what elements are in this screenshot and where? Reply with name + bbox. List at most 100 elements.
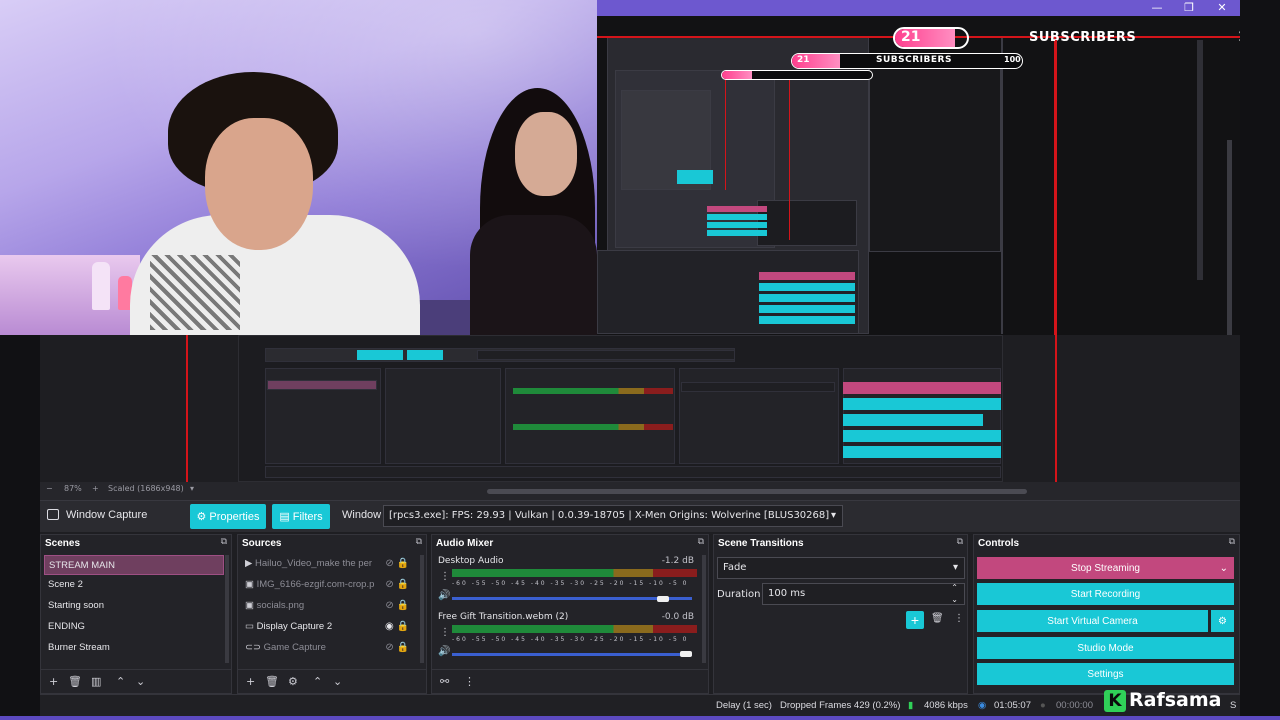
source-item[interactable]: ▭ Display Capture 2 ◉ 🔒 (241, 617, 417, 637)
scene-item[interactable]: Scene 2 (44, 575, 224, 595)
undock-icon[interactable]: ⧉ (698, 537, 704, 547)
stop-streaming-label: Stop Streaming (1071, 562, 1140, 574)
preview-scrollbar[interactable] (487, 489, 1027, 494)
add-transition-button[interactable]: + (906, 611, 924, 629)
zoom-in-button[interactable]: + (92, 484, 99, 493)
source-item[interactable]: ▶ Hailuo_Video_make the per ⊘ 🔒 (241, 554, 417, 574)
nested-subscriber-fill (722, 71, 752, 79)
start-recording-button[interactable]: Start Recording (977, 583, 1234, 605)
nested-button (707, 222, 767, 228)
sources-toolbar: + 🗑 ⚙ ⌃ ⌄ (238, 669, 426, 693)
more-icon[interactable]: ⋮ (464, 675, 475, 688)
stop-streaming-button[interactable]: Stop Streaming ⌄ (977, 557, 1234, 579)
gutter-right (1240, 0, 1280, 716)
transition-select[interactable]: Fade ▾ (717, 557, 965, 579)
chevron-up-icon[interactable]: ⌃ (116, 675, 125, 688)
link-icon[interactable]: ⚯ (440, 675, 449, 688)
safe-area-guide (725, 70, 726, 190)
rec-icon: ● (1040, 700, 1046, 711)
speaker-icon[interactable]: 🔊 (438, 590, 450, 601)
source-item[interactable]: ⊂⊃ Game Capture ⊘ 🔒 (241, 638, 417, 658)
trash-icon[interactable]: 🗑 (265, 675, 279, 688)
undock-icon[interactable]: ⧉ (221, 537, 227, 547)
start-virtual-camera-button[interactable]: Start Virtual Camera (977, 610, 1208, 632)
filter-icon[interactable]: ▥ (91, 675, 101, 688)
zoom-out-button[interactable]: − (46, 484, 53, 493)
more-icon[interactable]: ⋮ (954, 613, 964, 624)
gamepad-icon: ⊂⊃ (245, 642, 261, 653)
nested-button (707, 214, 767, 220)
source-label: Hailuo_Video_make the per (254, 558, 373, 569)
controls-title: Controls (978, 538, 1020, 549)
source-context-bar: Window Capture ⚙ Properties ▤ Filters Wi… (40, 500, 1240, 532)
nested-sources (385, 368, 501, 464)
visibility-toggle[interactable]: ⊘ 🔒 (385, 575, 409, 595)
virtual-camera-settings-button[interactable]: ⚙ (1211, 610, 1234, 632)
visibility-toggle[interactable]: ⊘ 🔒 (385, 638, 409, 658)
close-button[interactable]: ✕ (1206, 0, 1238, 16)
mixer-scrollbar[interactable] (702, 555, 706, 663)
source-label: IMG_6166-ezgif.com-crop.p (256, 579, 375, 590)
chevron-down-icon: ▾ (830, 510, 836, 521)
studio-mode-button[interactable]: Studio Mode (977, 637, 1234, 659)
scene-item[interactable]: Starting soon (44, 596, 224, 616)
maximize-button[interactable]: ❐ (1173, 0, 1205, 16)
bottom-edge (0, 716, 1280, 720)
scale-mode[interactable]: Scaled (1686x948) (108, 484, 184, 493)
chevron-up-icon[interactable]: ⌃ (313, 675, 322, 688)
window-select[interactable]: [rpcs3.exe]: FPS: 29.93 | Vulkan | 0.0.3… (383, 505, 843, 527)
chevron-down-icon[interactable]: ⌄ (333, 675, 342, 688)
nested-obs-window (238, 335, 1003, 482)
stepper-icon[interactable]: ⌃ ⌄ (951, 582, 958, 606)
volume-slider[interactable] (452, 597, 692, 600)
duration-label: Duration (717, 589, 761, 600)
channel-db: -1.2 dB (661, 556, 694, 566)
gear-icon: ⚙ (196, 511, 207, 523)
properties-button[interactable]: ⚙ Properties (190, 504, 266, 529)
monitor-icon: ▭ (245, 621, 254, 632)
undock-icon[interactable]: ⧉ (1229, 537, 1235, 547)
add-icon[interactable]: + (246, 675, 255, 688)
nested-subscriber-count: 21 (797, 55, 810, 65)
chevron-down-icon[interactable]: ▾ (190, 484, 194, 493)
eye-icon[interactable]: ◉ 🔒 (385, 617, 409, 637)
gutter-left (0, 335, 40, 716)
nested-button (759, 283, 855, 291)
source-item[interactable]: ▣ IMG_6166-ezgif.com-crop.p ⊘ 🔒 (241, 575, 417, 595)
gear-icon[interactable]: ⚙ (288, 675, 298, 688)
trash-icon[interactable]: 🗑 (68, 675, 82, 688)
undock-icon[interactable]: ⧉ (957, 537, 963, 547)
sources-title: Sources (242, 538, 282, 549)
speaker-icon[interactable]: 🔊 (438, 646, 450, 657)
add-icon[interactable]: + (49, 675, 58, 688)
obs-preview[interactable]: 21 SUBSCRIBERS 100 21 SUBSCRIBERS 100 (597, 0, 1240, 335)
volume-knob[interactable] (680, 651, 692, 657)
sources-scrollbar[interactable] (420, 555, 424, 663)
visibility-toggle[interactable]: ⊘ 🔒 (385, 554, 409, 574)
more-icon[interactable]: ⋮ (440, 627, 450, 638)
scene-item[interactable]: ENDING (44, 617, 224, 637)
chevron-down-icon[interactable]: ⌄ (136, 675, 145, 688)
more-icon[interactable]: ⋮ (440, 571, 450, 582)
volume-slider[interactable] (452, 653, 692, 656)
scenes-dock: Scenes ⧉ STREAM MAIN Scene 2 Starting so… (40, 534, 232, 694)
trash-icon[interactable]: 🗑 (931, 613, 944, 624)
undock-icon[interactable]: ⧉ (416, 537, 422, 547)
scene-transitions-dock: Scene Transitions ⧉ Fade ▾ Duration 100 … (713, 534, 968, 694)
volume-knob[interactable] (657, 596, 670, 602)
visibility-toggle[interactable]: ⊘ 🔒 (385, 596, 409, 616)
scene-transitions-title: Scene Transitions (718, 538, 804, 549)
chevron-down-icon[interactable]: ⌄ (1220, 563, 1228, 574)
duration-input[interactable]: 100 ms ⌃ ⌄ (762, 583, 965, 605)
scene-item[interactable]: Burner Stream (44, 638, 224, 658)
scene-item[interactable]: STREAM MAIN (44, 555, 224, 575)
source-label: Game Capture (263, 642, 326, 653)
settings-button[interactable]: Settings (977, 663, 1234, 685)
nested-subscriber-widget: 21 SUBSCRIBERS 100 (791, 53, 1023, 69)
nested-fade-select (681, 382, 835, 392)
filters-button[interactable]: ▤ Filters (272, 504, 330, 529)
source-item[interactable]: ▣ socials.png ⊘ 🔒 (241, 596, 417, 616)
minimize-button[interactable]: — (1141, 0, 1173, 16)
gear-icon: ⚙ (1218, 615, 1227, 627)
scenes-scrollbar[interactable] (225, 555, 229, 663)
